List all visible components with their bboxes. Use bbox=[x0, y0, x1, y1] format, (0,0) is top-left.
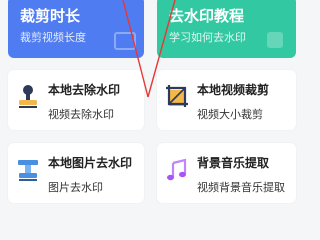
card-title: 裁剪时长 bbox=[20, 7, 81, 25]
video-frame-icon bbox=[114, 32, 136, 50]
card-subtitle: 裁剪视频长度 bbox=[20, 31, 86, 44]
card-title: 去水印教程 bbox=[169, 7, 245, 25]
feature-subtitle: 视频背景音乐提取 bbox=[197, 181, 285, 194]
card-subtitle: 学习如何去水印 bbox=[169, 31, 246, 44]
feature-title: 本地图片去水印 bbox=[48, 156, 133, 170]
feature-subtitle: 图片去水印 bbox=[48, 181, 103, 194]
feature-subtitle: 视频去除水印 bbox=[48, 108, 114, 121]
music-note-icon bbox=[165, 157, 189, 183]
feature-bgm-extract[interactable]: 背景音乐提取 视频背景音乐提取 bbox=[157, 143, 296, 203]
feature-video-crop[interactable]: 本地视频裁剪 视频大小裁剪 bbox=[157, 70, 296, 130]
stamp-icon bbox=[16, 84, 40, 110]
card-watermark-tutorial[interactable]: 去水印教程 学习如何去水印 bbox=[157, 0, 296, 58]
feature-subtitle: 视频大小裁剪 bbox=[197, 108, 263, 121]
feature-title: 本地视频裁剪 bbox=[197, 83, 270, 97]
book-icon bbox=[267, 32, 283, 48]
image-stamp-icon bbox=[16, 157, 40, 183]
feature-image-watermark[interactable]: 本地图片去水印 图片去水印 bbox=[8, 143, 144, 203]
feature-title: 本地去除水印 bbox=[48, 83, 121, 97]
feature-title: 背景音乐提取 bbox=[197, 156, 270, 170]
card-trim-duration[interactable]: 裁剪时长 裁剪视频长度 bbox=[8, 0, 144, 58]
crop-icon bbox=[165, 84, 189, 110]
feature-remove-watermark[interactable]: 本地去除水印 视频去除水印 bbox=[8, 70, 144, 130]
